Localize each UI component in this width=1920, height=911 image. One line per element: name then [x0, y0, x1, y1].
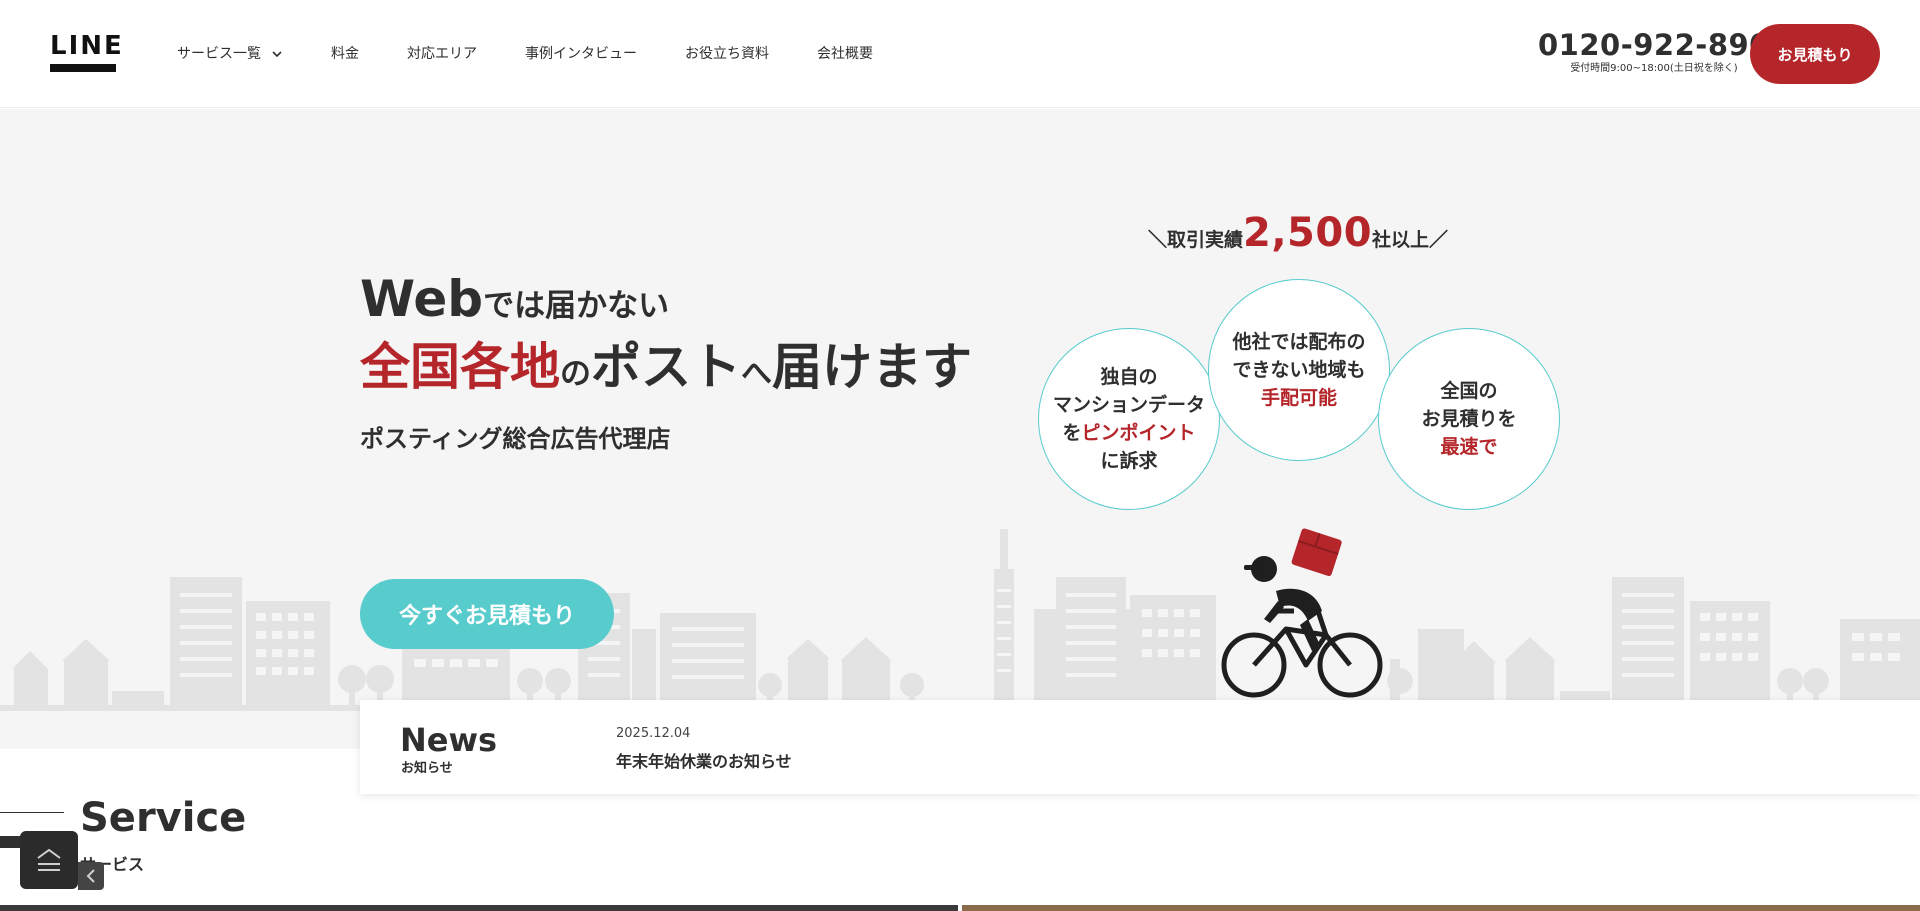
floating-widget-button[interactable]	[20, 831, 78, 889]
headline-particle-1: の	[560, 356, 591, 392]
circle-text: できない地域も	[1232, 359, 1366, 381]
service-title: Service	[80, 795, 247, 841]
phone-contact[interactable]: 0120-922-890 受付時間9:00~18:00(土日祝を除く)	[1538, 28, 1770, 76]
headline-web-suffix: では届かない	[483, 288, 670, 324]
nav-item-areas[interactable]: 対応エリア	[407, 42, 477, 66]
circle-text: に訴求	[1100, 450, 1158, 472]
feature-circle-mansion-data: 独自の マンションデータ をピンポイント に訴求	[1038, 328, 1220, 510]
hero-subheading: ポスティング総合広告代理店	[360, 425, 671, 453]
news-subtitle: お知らせ	[401, 761, 453, 776]
floating-widget-toggle[interactable]	[78, 862, 104, 890]
menu-panel-icon	[37, 848, 61, 871]
hero-headline-line2: 全国各地のポストへ届けます	[360, 334, 972, 407]
hero-estimate-button[interactable]: 今すぐお見積もり	[360, 579, 614, 649]
circle-highlight: 最速で	[1440, 436, 1498, 458]
site-header: LINE サービス一覧 料金 対応エリア 事例インタビュー お役立ち資料 会社概…	[0, 0, 1920, 108]
chevron-left-icon	[86, 869, 95, 883]
circle-text: マンションデータ	[1052, 394, 1205, 416]
headline-highlight: 全国各地	[360, 338, 560, 396]
floating-widget-tab	[0, 836, 20, 848]
circle-text: を	[1062, 422, 1082, 444]
nav-item-label: 対応エリア	[407, 46, 477, 62]
headline-particle-2: へ	[741, 356, 772, 392]
news-title: News	[400, 721, 498, 759]
service-card-image-left[interactable]	[0, 905, 958, 911]
main-nav: サービス一覧 料金 対応エリア 事例インタビュー お役立ち資料 会社概要	[177, 42, 921, 66]
headline-web: Web	[360, 270, 484, 328]
circle-highlight: 手配可能	[1260, 387, 1337, 409]
circle-text: 他社では配布の	[1232, 331, 1366, 353]
achievement-prefix: ＼取引実績	[1148, 229, 1244, 251]
service-card-image-right[interactable]	[962, 905, 1920, 911]
feature-circle-fast-estimate: 全国の お見積りを 最速で	[1378, 328, 1560, 510]
nav-item-company[interactable]: 会社概要	[817, 42, 873, 66]
achievement-count: 2,500	[1243, 210, 1373, 256]
hero-section: Webでは届かない 全国各地のポストへ届けます ポスティング総合広告代理店 今す…	[0, 109, 1920, 749]
nav-item-pricing[interactable]: 料金	[331, 42, 359, 66]
circle-text: お見積りを	[1421, 408, 1517, 430]
hero-headline-line1: Webでは届かない	[360, 271, 972, 334]
logo-text: LINE	[50, 31, 124, 61]
phone-hours: 受付時間9:00~18:00(土日祝を除く)	[1570, 63, 1738, 74]
circle-text: 独自の	[1100, 366, 1158, 388]
nav-item-label: お役立ち資料	[685, 46, 769, 62]
logo-underline	[50, 64, 116, 72]
service-heading-rule	[0, 812, 64, 813]
news-panel: News お知らせ 2025.12.04 年末年始休業のお知らせ	[360, 700, 1920, 794]
nav-item-label: 料金	[331, 46, 359, 62]
news-item-link[interactable]: 年末年始休業のお知らせ	[616, 748, 792, 772]
site-logo[interactable]: LINE	[50, 31, 124, 74]
nav-item-services[interactable]: サービス一覧	[177, 42, 283, 66]
circle-text: 全国の	[1440, 380, 1498, 402]
feature-circle-coverage: 他社では配布の できない地域も 手配可能	[1208, 279, 1390, 461]
header-estimate-button[interactable]: お見積もり	[1750, 24, 1880, 84]
nav-item-label: 会社概要	[817, 46, 873, 62]
nav-item-resources[interactable]: お役立ち資料	[685, 42, 769, 66]
achievement-banner: ＼取引実績2,500社以上／	[1148, 209, 1448, 264]
hero-copy: Webでは届かない 全国各地のポストへ届けます ポスティング総合広告代理店	[360, 271, 972, 454]
nav-item-interviews[interactable]: 事例インタビュー	[525, 42, 637, 66]
news-date: 2025.12.04	[616, 726, 691, 741]
headline-post: ポスト	[591, 338, 741, 396]
headline-deliver: 届けます	[772, 338, 972, 396]
achievement-suffix: 社以上／	[1372, 229, 1449, 251]
nav-item-label: サービス一覧	[177, 46, 261, 62]
chevron-down-icon	[272, 51, 282, 58]
phone-number: 0120-922-890	[1538, 28, 1770, 62]
nav-item-label: 事例インタビュー	[525, 46, 637, 62]
delivery-cyclist-illustration	[1221, 528, 1383, 698]
circle-highlight: ピンポイント	[1081, 422, 1196, 444]
